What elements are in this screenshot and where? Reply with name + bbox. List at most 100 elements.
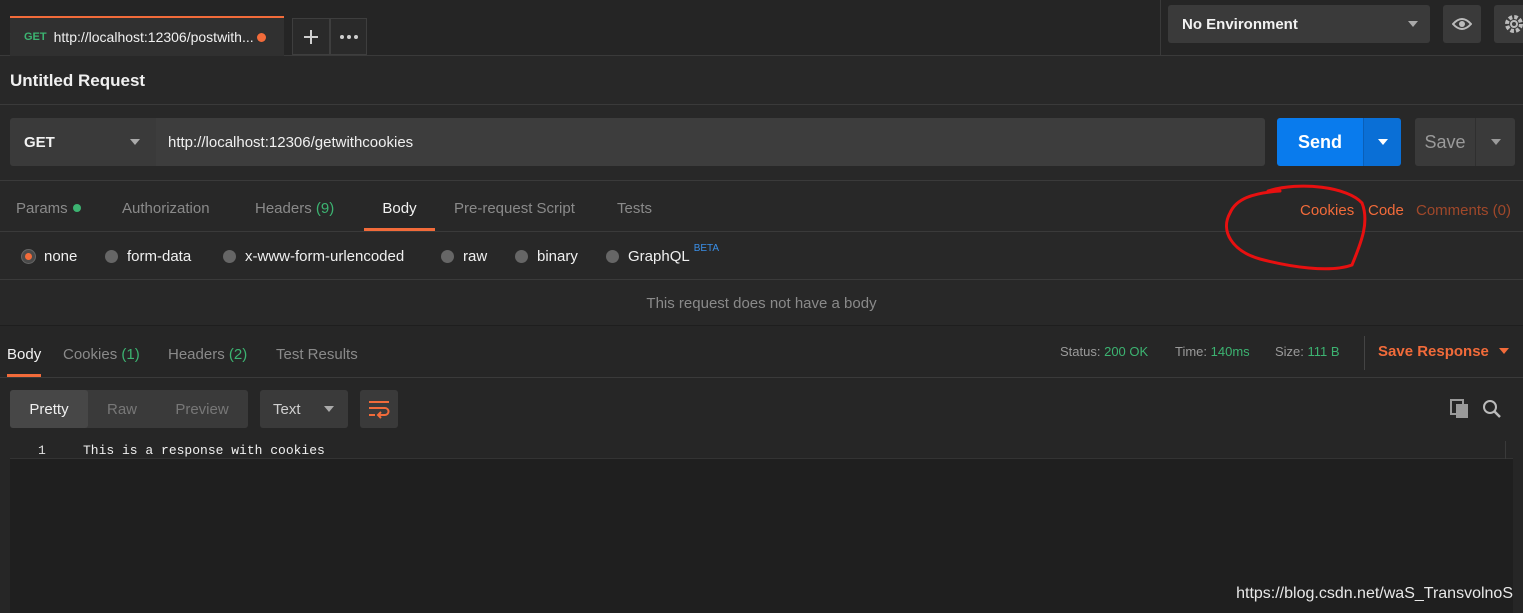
response-tab-headers[interactable]: Headers (2) bbox=[168, 346, 247, 377]
save-button[interactable]: Save bbox=[1415, 118, 1475, 166]
divider bbox=[0, 104, 1523, 105]
scrollbar[interactable] bbox=[1505, 441, 1513, 459]
radio-icon bbox=[515, 250, 528, 263]
body-type-raw-label: raw bbox=[463, 248, 488, 265]
chevron-down-icon bbox=[130, 139, 140, 145]
view-preview-button[interactable]: Preview bbox=[156, 390, 248, 428]
no-body-message: This request does not have a body bbox=[646, 295, 877, 312]
chevron-down-icon bbox=[1498, 348, 1509, 354]
gear-icon bbox=[1505, 15, 1523, 33]
tab-params[interactable]: Params bbox=[16, 200, 81, 231]
response-tab-cookies[interactable]: Cookies (1) bbox=[63, 346, 140, 377]
size-value: 111 B bbox=[1307, 344, 1340, 359]
method-select[interactable]: GET bbox=[10, 118, 156, 166]
new-tab-button[interactable] bbox=[292, 18, 330, 55]
wrap-icon bbox=[369, 401, 390, 419]
response-tab-test-results[interactable]: Test Results bbox=[276, 346, 358, 377]
manage-environments-button[interactable] bbox=[1494, 5, 1523, 43]
response-tab-headers-count: (2) bbox=[228, 346, 248, 363]
send-button[interactable]: Send bbox=[1277, 118, 1363, 166]
divider bbox=[0, 180, 1523, 181]
radio-icon bbox=[441, 250, 454, 263]
save-response-label: Save Response bbox=[1378, 343, 1489, 360]
body-type-graphql-label: GraphQL bbox=[628, 248, 690, 265]
body-type-urlencoded-label: x-www-form-urlencoded bbox=[245, 248, 405, 265]
search-icon bbox=[1483, 400, 1501, 418]
more-tabs-button[interactable] bbox=[330, 18, 367, 55]
body-type-none-radio[interactable]: none bbox=[22, 248, 77, 265]
response-tab-cookies-label: Cookies bbox=[63, 346, 118, 363]
copy-response-button[interactable] bbox=[1450, 399, 1470, 419]
tab-headers-count: (9) bbox=[315, 200, 335, 217]
save-response-button[interactable]: Save Response bbox=[1378, 343, 1509, 360]
view-raw-button[interactable]: Raw bbox=[88, 390, 156, 428]
tab-headers-label: Headers bbox=[255, 200, 312, 217]
tab-body[interactable]: Body bbox=[364, 200, 435, 231]
radio-selected-icon bbox=[22, 250, 35, 263]
search-response-button[interactable] bbox=[1482, 399, 1502, 419]
time-value: 140ms bbox=[1210, 344, 1250, 359]
divider bbox=[0, 377, 1523, 378]
line-number: 1 bbox=[38, 443, 46, 458]
response-tab-headers-label: Headers bbox=[168, 346, 225, 363]
cookies-link[interactable]: Cookies bbox=[1300, 202, 1354, 219]
body-type-binary-label: binary bbox=[537, 248, 578, 265]
request-tab-method: GET bbox=[24, 31, 47, 43]
status-value: 200 OK bbox=[1104, 344, 1149, 359]
copy-icon bbox=[1450, 399, 1468, 418]
body-type-raw-radio[interactable]: raw bbox=[441, 248, 487, 265]
comments-link[interactable]: Comments (0) bbox=[1416, 202, 1511, 219]
request-tab[interactable]: GET http://localhost:12306/postwith... bbox=[10, 16, 284, 56]
body-type-form-data-radio[interactable]: form-data bbox=[105, 248, 191, 265]
plus-icon bbox=[304, 29, 318, 44]
params-indicator-icon bbox=[72, 204, 81, 212]
radio-icon bbox=[105, 250, 118, 263]
tab-headers[interactable]: Headers (9) bbox=[255, 200, 334, 231]
save-options-button[interactable] bbox=[1475, 118, 1515, 166]
chevron-down-icon bbox=[324, 406, 334, 412]
url-input[interactable] bbox=[156, 118, 1265, 166]
send-options-button[interactable] bbox=[1363, 118, 1401, 166]
divider bbox=[1364, 336, 1365, 370]
size-label: Size: bbox=[1275, 344, 1304, 359]
eye-icon bbox=[1452, 18, 1472, 30]
response-status[interactable]: Status: 200 OK bbox=[1060, 344, 1148, 359]
unsaved-dot-icon bbox=[256, 32, 266, 42]
tab-authorization[interactable]: Authorization bbox=[122, 200, 210, 231]
body-type-urlencoded-radio[interactable]: x-www-form-urlencoded bbox=[223, 248, 404, 265]
code-line: 1 This is a response with cookies bbox=[10, 441, 1513, 459]
tab-pre-request-script[interactable]: Pre-request Script bbox=[454, 200, 575, 231]
response-format-select[interactable]: Text bbox=[260, 390, 348, 428]
environment-select-label: No Environment bbox=[1182, 15, 1298, 33]
view-mode-group: Pretty Raw Preview bbox=[10, 390, 248, 428]
watermark: https://blog.csdn.net/waS_TransvolnoS bbox=[1236, 585, 1513, 602]
environment-quick-look-button[interactable] bbox=[1443, 5, 1481, 43]
chevron-down-icon bbox=[1378, 139, 1388, 145]
body-type-graphql-radio[interactable]: GraphQL BETA bbox=[606, 243, 719, 265]
radio-icon bbox=[606, 250, 619, 263]
body-type-none-label: none bbox=[44, 248, 78, 265]
tab-tests[interactable]: Tests bbox=[617, 200, 652, 231]
response-tab-body[interactable]: Body bbox=[7, 346, 42, 377]
radio-icon bbox=[223, 250, 236, 263]
environment-select[interactable]: No Environment bbox=[1168, 5, 1430, 43]
divider bbox=[0, 231, 1523, 232]
status-label: Status: bbox=[1060, 344, 1101, 359]
beta-badge: BETA bbox=[693, 243, 720, 254]
red-circle-annotation bbox=[1225, 184, 1367, 271]
line-text: This is a response with cookies bbox=[83, 443, 325, 458]
environment-bar: No Environment bbox=[1160, 0, 1523, 56]
chevron-down-icon bbox=[1408, 21, 1418, 27]
time-label: Time: bbox=[1175, 344, 1208, 359]
tab-params-label: Params bbox=[16, 200, 68, 217]
divider bbox=[0, 279, 1523, 280]
request-title[interactable]: Untitled Request bbox=[10, 71, 145, 91]
response-format-label: Text bbox=[273, 400, 301, 418]
response-size[interactable]: Size: 111 B bbox=[1275, 344, 1340, 359]
code-link[interactable]: Code bbox=[1368, 202, 1404, 219]
view-pretty-button[interactable]: Pretty bbox=[10, 390, 88, 428]
response-time[interactable]: Time: 140ms bbox=[1175, 344, 1250, 359]
body-type-binary-radio[interactable]: binary bbox=[515, 248, 578, 265]
tab-bar: GET http://localhost:12306/postwith... bbox=[0, 0, 1160, 56]
wrap-lines-button[interactable] bbox=[360, 390, 398, 428]
